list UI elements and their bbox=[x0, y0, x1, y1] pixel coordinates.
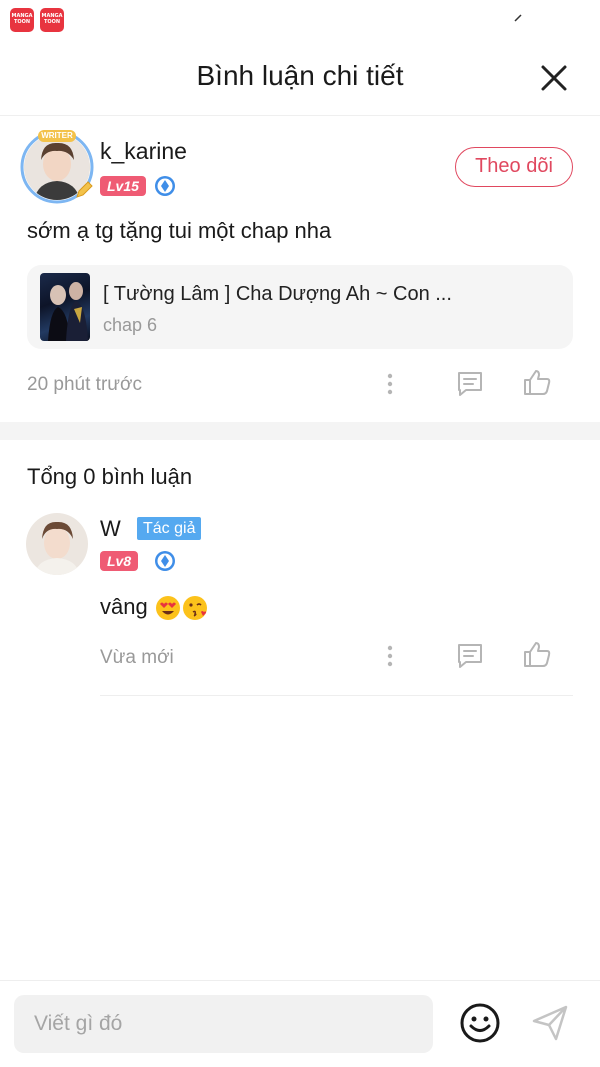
total-comments: Tổng 0 bình luận bbox=[27, 464, 193, 489]
like-icon[interactable] bbox=[522, 368, 552, 398]
reply-text-content: vâng bbox=[100, 594, 148, 619]
username[interactable]: k_karine bbox=[100, 138, 187, 165]
heart-eyes-emoji-icon bbox=[155, 596, 180, 621]
reply-text: vâng bbox=[100, 594, 208, 621]
like-icon[interactable] bbox=[522, 640, 552, 670]
send-icon[interactable] bbox=[530, 1003, 570, 1043]
kiss-emoji-icon bbox=[182, 596, 207, 621]
reply-icon[interactable] bbox=[455, 369, 485, 399]
work-card[interactable]: [ Tường Lâm ] Cha Dượng Ah ~ Con ... cha… bbox=[27, 265, 573, 349]
work-title: [ Tường Lâm ] Cha Dượng Ah ~ Con ... bbox=[103, 283, 452, 305]
mangatoon-app-icon-2: MANGA TOON bbox=[40, 8, 64, 32]
reply-avatar[interactable] bbox=[26, 513, 88, 575]
page-title: Bình luận chi tiết bbox=[196, 60, 404, 91]
work-chapter: chap 6 bbox=[103, 315, 158, 335]
reply-icon[interactable] bbox=[455, 641, 485, 671]
level-badge: Lv15 bbox=[100, 176, 146, 196]
gem-icon bbox=[155, 551, 175, 571]
signal-icon bbox=[514, 14, 522, 22]
comment-time: 20 phút trước bbox=[27, 374, 142, 395]
comment-composer bbox=[0, 980, 600, 1067]
work-thumbnail bbox=[40, 273, 90, 341]
writer-tag: WRITER bbox=[38, 130, 76, 142]
comment-input[interactable] bbox=[14, 995, 433, 1053]
section-divider bbox=[0, 422, 600, 440]
reply-username[interactable]: W bbox=[100, 516, 121, 542]
reply-divider bbox=[100, 695, 573, 696]
follow-button[interactable]: Theo dõi bbox=[455, 147, 573, 187]
mangatoon-app-icon: MANGA TOON bbox=[10, 8, 34, 32]
reply-time: Vừa mới bbox=[100, 647, 174, 668]
header: Bình luận chi tiết bbox=[0, 40, 600, 116]
comment-text: sớm ạ tg tặng tui một chap nha bbox=[27, 218, 332, 243]
smiley-icon[interactable] bbox=[459, 1002, 501, 1044]
status-bar: MANGA TOON MANGA TOON bbox=[0, 0, 600, 40]
pencil-icon bbox=[76, 181, 93, 198]
more-vertical-icon[interactable] bbox=[375, 369, 405, 399]
close-icon[interactable] bbox=[538, 62, 570, 94]
more-vertical-icon[interactable] bbox=[375, 641, 405, 671]
author-tag: Tác giả bbox=[137, 517, 202, 540]
reply-level-badge: Lv8 bbox=[100, 551, 139, 571]
gem-icon bbox=[155, 176, 175, 196]
